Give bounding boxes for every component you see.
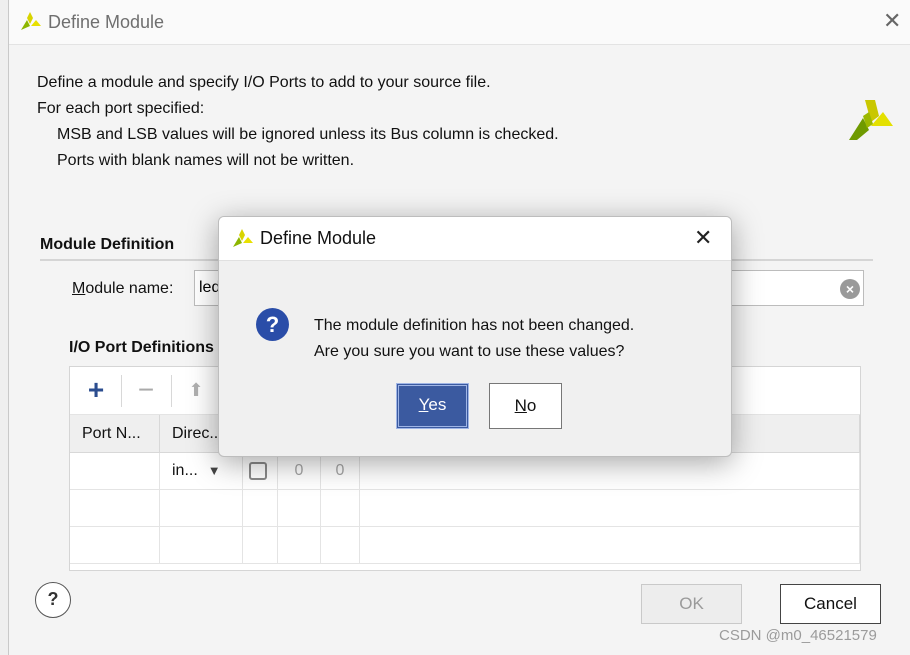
table-row[interactable] <box>70 526 860 564</box>
column-header-port-name[interactable]: Port N... <box>70 415 160 453</box>
port-name-cell[interactable] <box>70 452 160 490</box>
intro-line: Ports with blank names will not be writt… <box>57 152 355 169</box>
remove-port-icon[interactable]: − <box>128 373 164 409</box>
question-icon: ? <box>256 308 289 341</box>
table-row[interactable] <box>70 489 860 527</box>
direction-value: in... <box>172 462 198 479</box>
chevron-down-icon: ▼ <box>207 463 221 478</box>
module-name-label: Module name: <box>72 280 173 298</box>
confirm-dialog: Define Module ✕ ? The module definition … <box>218 216 732 457</box>
table-row[interactable]: in... ▼ 0 0 <box>70 452 860 490</box>
dialog-message-line: Are you sure you want to use these value… <box>314 343 625 360</box>
cancel-button[interactable]: Cancel <box>780 584 881 624</box>
dialog-title: Define Module <box>260 228 377 248</box>
dialog-message-line: The module definition has not been chang… <box>314 317 635 334</box>
module-definition-heading: Module Definition <box>40 236 175 253</box>
msb-cell[interactable]: 0 <box>277 452 321 490</box>
window-close-icon[interactable]: ✕ <box>883 8 901 34</box>
xilinx-brand-logo-icon <box>849 100 893 140</box>
io-port-definitions-heading: I/O Port Definitions <box>69 339 214 356</box>
filler-cell <box>359 452 860 490</box>
module-name-accesskey: M <box>72 280 86 297</box>
watermark-text: CSDN @m0_46521579 <box>719 627 877 644</box>
module-name-label-text: odule name: <box>85 280 174 297</box>
bus-cell[interactable] <box>242 452 278 490</box>
help-button[interactable]: ? <box>35 582 71 618</box>
clear-input-icon[interactable]: × <box>840 279 860 299</box>
window-title: Define Module <box>48 12 165 32</box>
bus-checkbox[interactable] <box>249 461 267 480</box>
no-button[interactable]: No <box>489 383 562 429</box>
yes-label: es <box>428 395 447 414</box>
move-up-icon[interactable]: ⬆ <box>178 373 214 409</box>
toolbar-separator <box>121 375 122 407</box>
dialog-titlebar: Define Module ✕ <box>219 217 731 261</box>
lsb-cell[interactable]: 0 <box>320 452 360 490</box>
yes-button[interactable]: Yes <box>396 383 469 429</box>
intro-line: MSB and LSB values will be ignored unles… <box>57 126 559 143</box>
no-label: o <box>526 396 537 415</box>
intro-text: Define a module and specify I/O Ports to… <box>37 70 559 174</box>
add-port-icon[interactable]: + <box>78 373 114 409</box>
intro-line: Define a module and specify I/O Ports to… <box>37 74 491 91</box>
dialog-close-icon[interactable]: ✕ <box>694 225 712 251</box>
no-accesskey: N <box>514 396 527 415</box>
toolbar-separator <box>171 375 172 407</box>
xilinx-logo-icon <box>21 12 41 30</box>
ok-button[interactable]: OK <box>641 584 742 624</box>
dialog-message: The module definition has not been chang… <box>314 313 634 365</box>
direction-select[interactable]: in... ▼ <box>159 452 243 490</box>
window-titlebar: Define Module ✕ <box>9 0 910 45</box>
yes-accesskey: Y <box>418 395 429 414</box>
intro-line: For each port specified: <box>37 100 205 117</box>
xilinx-logo-icon <box>233 229 253 247</box>
